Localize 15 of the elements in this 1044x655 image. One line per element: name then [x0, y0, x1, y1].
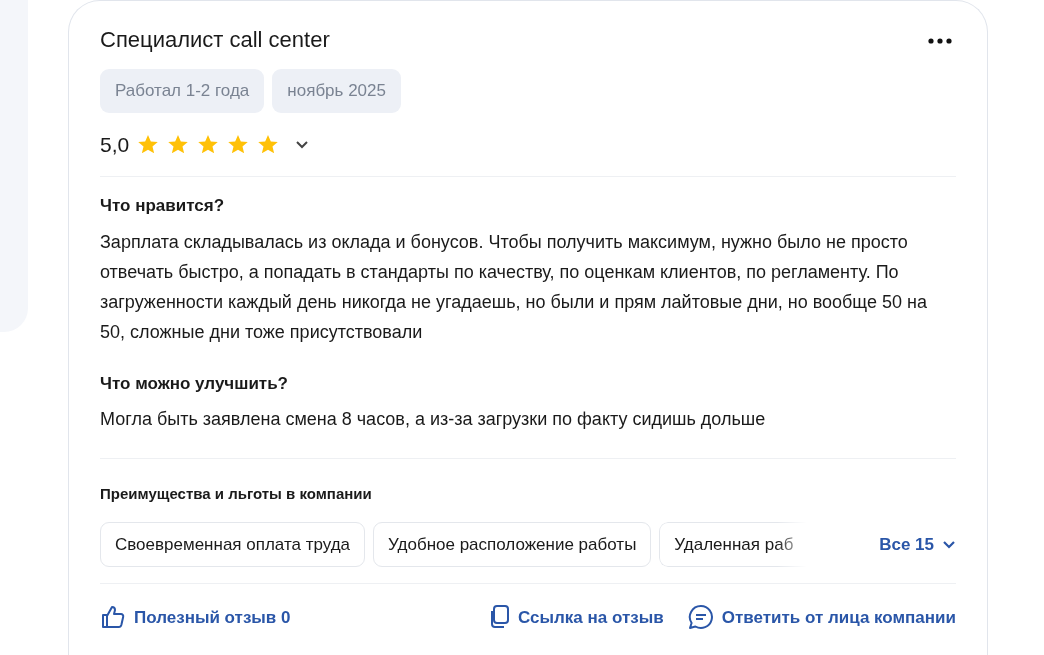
tag: ноябрь 2025 [272, 69, 401, 113]
benefits-heading: Преимущества и льготы в компании [100, 484, 373, 505]
review-title: Специалист call center [100, 27, 330, 54]
helpful-button[interactable]: Полезный отзыв 0 [100, 604, 291, 631]
rating-value: 5,0 [100, 131, 130, 158]
review-text: Зарплата складывалась из оклада и бонусов. Чтобы получить максимум, нужно было не просто отвечать быстро, а попадать в стандарты по качеству, по оценкам клиентов, по регламенту. По загруженности каждый день никогда не угадаешь, но были и прям лайтовые дни, но вообще 50 на 50, сложные дни тоже присутствовали [100, 230, 928, 344]
copy-link-button[interactable]: Ссылка на отзыв [488, 604, 664, 631]
reply-button[interactable]: Ответить от лица компании [687, 604, 956, 631]
benefit-chip: Удобное расположение работы [373, 521, 652, 568]
show-all-button[interactable]: Все 15 [879, 531, 956, 558]
benefit-chip: Своевременная оплата труда [100, 521, 366, 568]
tag: Работал 1-2 года [100, 69, 265, 113]
section-heading: Что нравится? [100, 195, 226, 218]
review-text: Могла быть заявлена смена 8 часов, а из-за загрузки по факту сидишь дольше [100, 408, 767, 432]
section-heading: Что можно улучшить? [100, 372, 289, 395]
